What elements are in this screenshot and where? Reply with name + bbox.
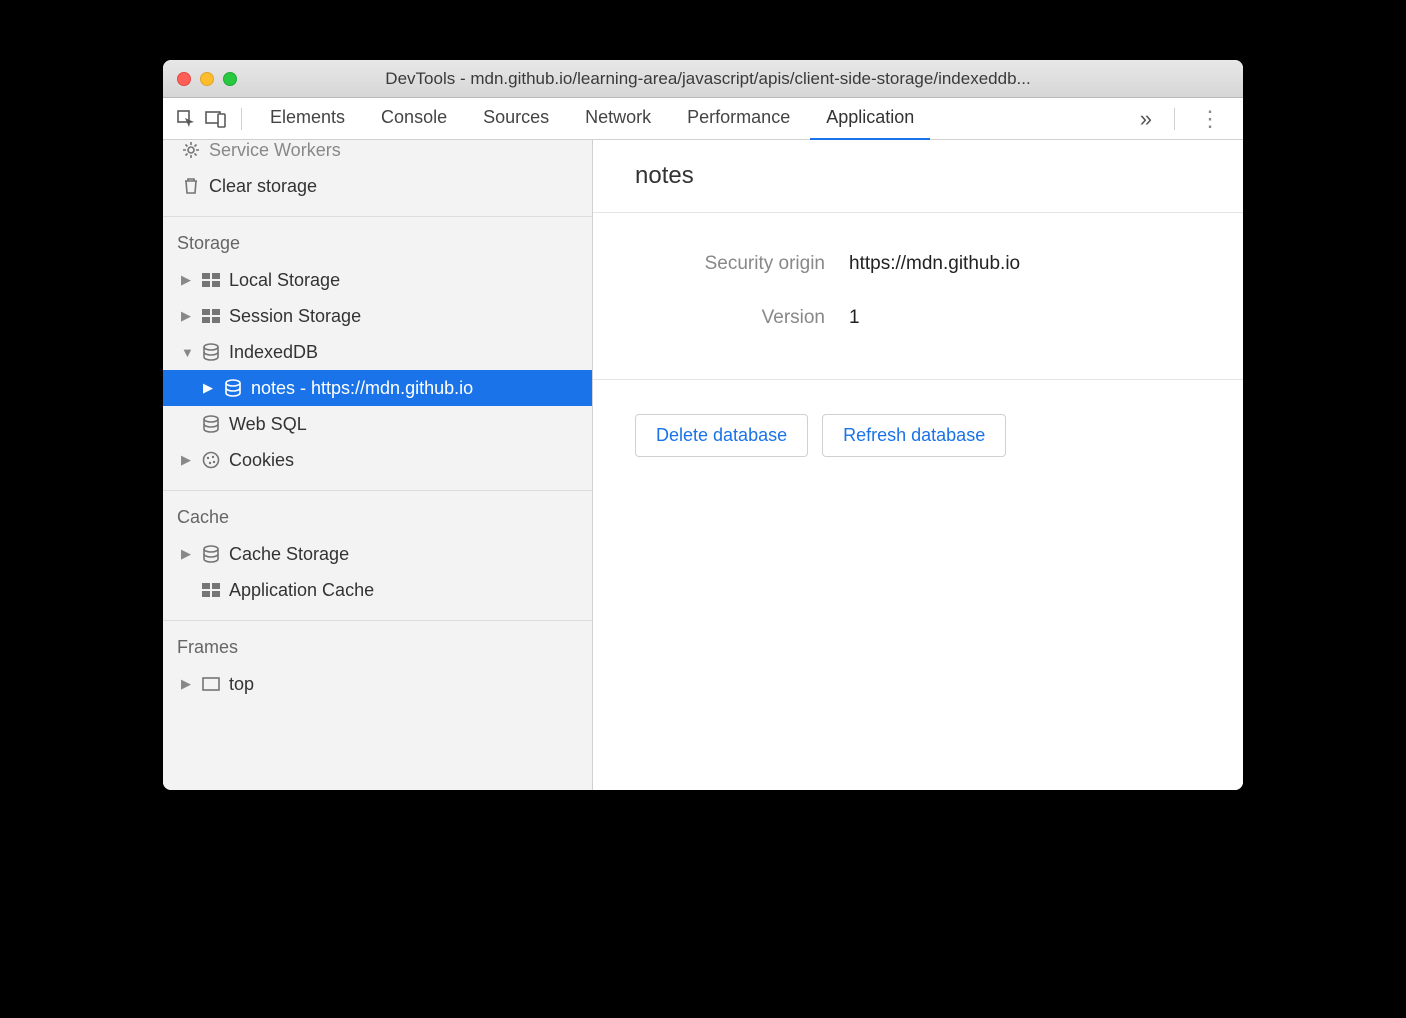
- sidebar-item-indexeddb[interactable]: ▼ IndexedDB: [163, 334, 592, 370]
- delete-database-button[interactable]: Delete database: [635, 414, 808, 457]
- sidebar-item-label: IndexedDB: [229, 342, 318, 363]
- window-controls: [177, 72, 237, 86]
- sidebar-item-label: Web SQL: [229, 414, 307, 435]
- devtools-window: DevTools - mdn.github.io/learning-area/j…: [163, 60, 1243, 790]
- sidebar-item-label: top: [229, 674, 254, 695]
- database-icon: [201, 414, 221, 434]
- refresh-database-button[interactable]: Refresh database: [822, 414, 1006, 457]
- database-icon: [223, 378, 243, 398]
- tabs-overflow-button[interactable]: »: [1130, 106, 1162, 132]
- sidebar-item-application-cache[interactable]: Application Cache: [163, 572, 592, 608]
- tab-performance[interactable]: Performance: [671, 98, 806, 140]
- minimize-window-button[interactable]: [200, 72, 214, 86]
- grid-icon: [201, 580, 221, 600]
- window-titlebar: DevTools - mdn.github.io/learning-area/j…: [163, 60, 1243, 98]
- sidebar-item-label: notes - https://mdn.github.io: [251, 378, 473, 399]
- caret-right-icon: ▶: [181, 272, 193, 288]
- close-window-button[interactable]: [177, 72, 191, 86]
- sidebar-item-web-sql[interactable]: Web SQL: [163, 406, 592, 442]
- gear-icon: [181, 140, 201, 160]
- detail-value: https://mdn.github.io: [849, 253, 1020, 275]
- grid-icon: [201, 270, 221, 290]
- tab-elements[interactable]: Elements: [254, 98, 361, 140]
- sidebar-item-top-frame[interactable]: ▶ top: [163, 666, 592, 702]
- grid-icon: [201, 306, 221, 326]
- sidebar-item-service-workers[interactable]: Service Workers: [163, 140, 592, 168]
- sidebar-item-cookies[interactable]: ▶ Cookies: [163, 442, 592, 478]
- sidebar-item-label: Application Cache: [229, 580, 374, 601]
- sidebar-item-label: Cookies: [229, 450, 294, 471]
- toolbar-divider: [241, 108, 242, 130]
- toolbar-divider: [1174, 108, 1175, 130]
- cookie-icon: [201, 450, 221, 470]
- caret-down-icon: ▼: [181, 345, 193, 360]
- tab-sources[interactable]: Sources: [467, 98, 565, 140]
- trash-icon: [181, 176, 201, 196]
- sidebar-group-cache: Cache: [163, 491, 592, 536]
- tab-console[interactable]: Console: [365, 98, 463, 140]
- sidebar-item-cache-storage[interactable]: ▶ Cache Storage: [163, 536, 592, 572]
- database-icon: [201, 342, 221, 362]
- sidebar-item-label: Local Storage: [229, 270, 340, 291]
- sidebar-item-label: Cache Storage: [229, 544, 349, 565]
- detail-label: Version: [635, 307, 825, 329]
- sidebar-item-label: Session Storage: [229, 306, 361, 327]
- database-icon: [201, 544, 221, 564]
- detail-label: Security origin: [635, 253, 825, 275]
- sidebar-item-local-storage[interactable]: ▶ Local Storage: [163, 262, 592, 298]
- caret-right-icon: ▶: [203, 380, 215, 396]
- caret-right-icon: ▶: [181, 676, 193, 692]
- caret-right-icon: ▶: [181, 546, 193, 562]
- detail-version: Version 1: [635, 307, 1201, 329]
- device-toolbar-icon[interactable]: [203, 106, 229, 132]
- devtools-toolbar: Elements Console Sources Network Perform…: [163, 98, 1243, 140]
- devtools-content: Service Workers Clear storage Storage ▶ …: [163, 140, 1243, 790]
- sidebar-item-label: Service Workers: [209, 140, 341, 161]
- tab-network[interactable]: Network: [569, 98, 667, 140]
- settings-menu-icon[interactable]: ⋮: [1187, 108, 1233, 130]
- sidebar-item-notes-db[interactable]: ▶ notes - https://mdn.github.io: [163, 370, 592, 406]
- caret-right-icon: ▶: [181, 308, 193, 324]
- caret-right-icon: ▶: [181, 452, 193, 468]
- sidebar-item-session-storage[interactable]: ▶ Session Storage: [163, 298, 592, 334]
- database-actions: Delete database Refresh database: [593, 380, 1243, 491]
- database-title: notes: [593, 140, 1243, 213]
- tab-application[interactable]: Application: [810, 98, 930, 140]
- database-details: Security origin https://mdn.github.io Ve…: [593, 213, 1243, 380]
- inspect-element-icon[interactable]: [173, 106, 199, 132]
- detail-value: 1: [849, 307, 860, 329]
- detail-security-origin: Security origin https://mdn.github.io: [635, 253, 1201, 275]
- application-sidebar: Service Workers Clear storage Storage ▶ …: [163, 140, 593, 790]
- maximize-window-button[interactable]: [223, 72, 237, 86]
- sidebar-group-frames: Frames: [163, 621, 592, 666]
- frame-icon: [201, 674, 221, 694]
- sidebar-item-label: Clear storage: [209, 176, 317, 197]
- sidebar-item-clear-storage[interactable]: Clear storage: [163, 168, 592, 204]
- window-title: DevTools - mdn.github.io/learning-area/j…: [247, 69, 1229, 89]
- main-panel: notes Security origin https://mdn.github…: [593, 140, 1243, 790]
- sidebar-group-storage: Storage: [163, 217, 592, 262]
